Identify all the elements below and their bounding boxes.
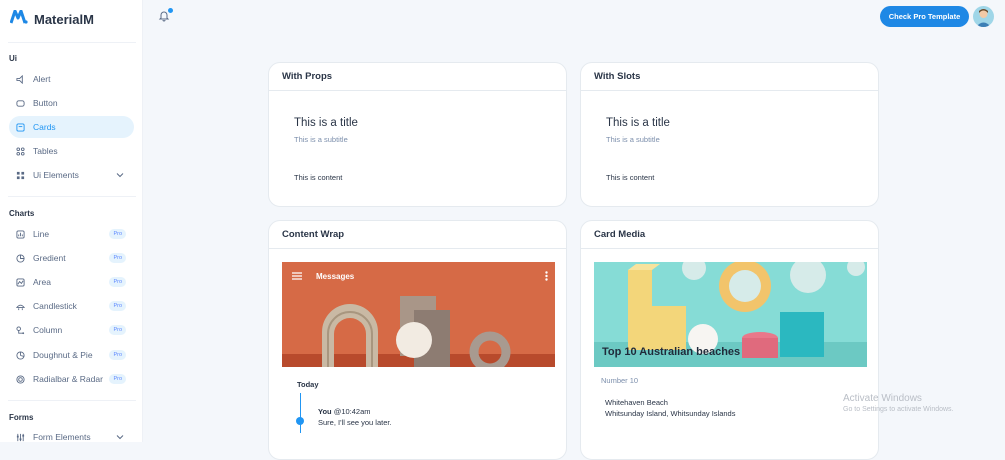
card-content: This is content bbox=[606, 173, 655, 182]
sidebar-item-area[interactable]: Area Pro bbox=[9, 271, 134, 293]
pro-badge: Pro bbox=[109, 350, 126, 360]
timeline-line bbox=[300, 393, 301, 433]
gradient-chart-icon bbox=[16, 253, 25, 263]
chevron-down-icon bbox=[116, 435, 124, 440]
form-elements-icon bbox=[16, 433, 25, 442]
sidebar-item-label: Radialbar & Radar bbox=[33, 374, 103, 384]
divider bbox=[8, 400, 136, 401]
card-header: Card Media bbox=[581, 221, 878, 249]
sidebar-item-doughnut-pie[interactable]: Doughnut & Pie Pro bbox=[9, 344, 134, 366]
sidebar-item-label: Cards bbox=[33, 122, 56, 132]
avatar[interactable] bbox=[973, 6, 994, 27]
pro-badge: Pro bbox=[109, 277, 126, 287]
sidebar-item-candlestick[interactable]: Candlestick Pro bbox=[9, 295, 134, 317]
sidebar-item-alert[interactable]: Alert bbox=[9, 68, 134, 90]
brand-name: MaterialM bbox=[34, 11, 94, 27]
card-title: This is a title bbox=[606, 117, 670, 129]
card-header: With Slots bbox=[581, 63, 878, 91]
brand[interactable]: MaterialM bbox=[9, 9, 94, 29]
address-line-1: Whitehaven Beach bbox=[605, 398, 668, 407]
sidebar-item-cards[interactable]: Cards bbox=[9, 116, 134, 138]
sidebar-item-label: Ui Elements bbox=[33, 170, 79, 180]
timeline-dot bbox=[296, 417, 304, 425]
card-title: This is a title bbox=[294, 117, 358, 129]
more-vertical-icon[interactable] bbox=[545, 271, 548, 281]
sidebar-item-label: Alert bbox=[33, 74, 51, 84]
sidebar-item-button[interactable]: Button bbox=[9, 92, 134, 114]
check-pro-template-button[interactable]: Check Pro Template bbox=[880, 6, 969, 27]
card-content: This is content bbox=[294, 173, 343, 182]
messages-media: Messages bbox=[282, 262, 555, 367]
sidebar-item-ui-elements[interactable]: Ui Elements bbox=[9, 164, 134, 186]
section-label-forms: Forms bbox=[9, 413, 34, 422]
message-meta: You @10:42am bbox=[318, 407, 371, 416]
card-with-props: With Props This is a title This is a sub… bbox=[268, 62, 567, 207]
media-title: Top 10 Australian beaches bbox=[602, 346, 741, 358]
candlestick-icon bbox=[16, 302, 25, 311]
ui-elements-icon bbox=[16, 171, 25, 180]
menu-icon[interactable] bbox=[292, 272, 302, 280]
sidebar-item-tables[interactable]: Tables bbox=[9, 140, 134, 162]
pro-badge: Pro bbox=[109, 301, 126, 311]
chevron-down-icon bbox=[116, 173, 124, 178]
sidebar-item-label: Button bbox=[33, 98, 58, 108]
sidebar-item-label: Doughnut & Pie bbox=[33, 350, 93, 360]
section-label-ui: Ui bbox=[9, 54, 17, 63]
sidebar-item-form-elements[interactable]: Form Elements bbox=[9, 426, 134, 442]
activate-windows-title: Activate Windows bbox=[843, 393, 922, 404]
sidebar-item-label: Line bbox=[33, 229, 50, 239]
sidebar-item-label: Area bbox=[33, 277, 51, 287]
sidebar-item-label: Candlestick bbox=[33, 301, 77, 311]
card-subtitle: This is a subtitle bbox=[294, 135, 348, 144]
sidebar-item-label: Column bbox=[33, 325, 63, 335]
sidebar: MaterialM Ui Alert Button Cards Tables U… bbox=[0, 0, 143, 442]
pie-chart-icon bbox=[16, 350, 25, 360]
card-content-wrap: Content Wrap Messages Today You @10:42am… bbox=[268, 220, 567, 460]
pro-badge: Pro bbox=[109, 374, 126, 384]
area-chart-icon bbox=[16, 277, 25, 287]
divider bbox=[8, 196, 136, 197]
card-with-slots: With Slots This is a title This is a sub… bbox=[580, 62, 879, 207]
messages-bar: Messages bbox=[282, 262, 555, 290]
pro-badge: Pro bbox=[109, 325, 126, 335]
messages-title: Messages bbox=[316, 271, 355, 281]
beaches-media: Top 10 Australian beaches bbox=[594, 262, 867, 367]
materialm-logo-icon bbox=[9, 9, 28, 29]
sidebar-item-label: Tables bbox=[33, 146, 58, 156]
card-card-media: Card Media Top 10 Australian beaches Num… bbox=[580, 220, 879, 460]
sidebar-item-gredient[interactable]: Gredient Pro bbox=[9, 247, 134, 269]
notification-dot bbox=[168, 8, 173, 13]
card-header: Content Wrap bbox=[269, 221, 566, 249]
address-line-2: Whitsunday Island, Whitsunday Islands bbox=[605, 409, 736, 418]
alert-icon bbox=[16, 74, 25, 84]
sidebar-item-label: Form Elements bbox=[33, 432, 91, 442]
timeline-today: Today bbox=[297, 380, 319, 389]
pro-badge: Pro bbox=[109, 253, 126, 263]
cards-icon bbox=[16, 122, 25, 132]
message-text: Sure, I'll see you later. bbox=[318, 418, 392, 427]
card-number: Number 10 bbox=[601, 376, 639, 385]
pro-badge: Pro bbox=[109, 229, 126, 239]
section-label-charts: Charts bbox=[9, 209, 35, 218]
sidebar-item-radialbar-radar[interactable]: Radialbar & Radar Pro bbox=[9, 368, 134, 390]
message-time: @10:42am bbox=[333, 407, 371, 416]
sidebar-item-label: Gredient bbox=[33, 253, 66, 263]
card-header: With Props bbox=[269, 63, 566, 91]
sidebar-item-column[interactable]: Column Pro bbox=[9, 319, 134, 341]
activate-windows-subtitle: Go to Settings to activate Windows. bbox=[843, 406, 954, 413]
sidebar-item-line[interactable]: Line Pro bbox=[9, 223, 134, 245]
column-chart-icon bbox=[16, 325, 25, 335]
button-icon bbox=[16, 99, 25, 108]
message-author: You bbox=[318, 407, 332, 416]
line-chart-icon bbox=[16, 229, 25, 239]
divider bbox=[8, 42, 136, 43]
card-subtitle: This is a subtitle bbox=[606, 135, 660, 144]
tables-icon bbox=[16, 146, 25, 156]
radar-icon bbox=[16, 374, 25, 384]
